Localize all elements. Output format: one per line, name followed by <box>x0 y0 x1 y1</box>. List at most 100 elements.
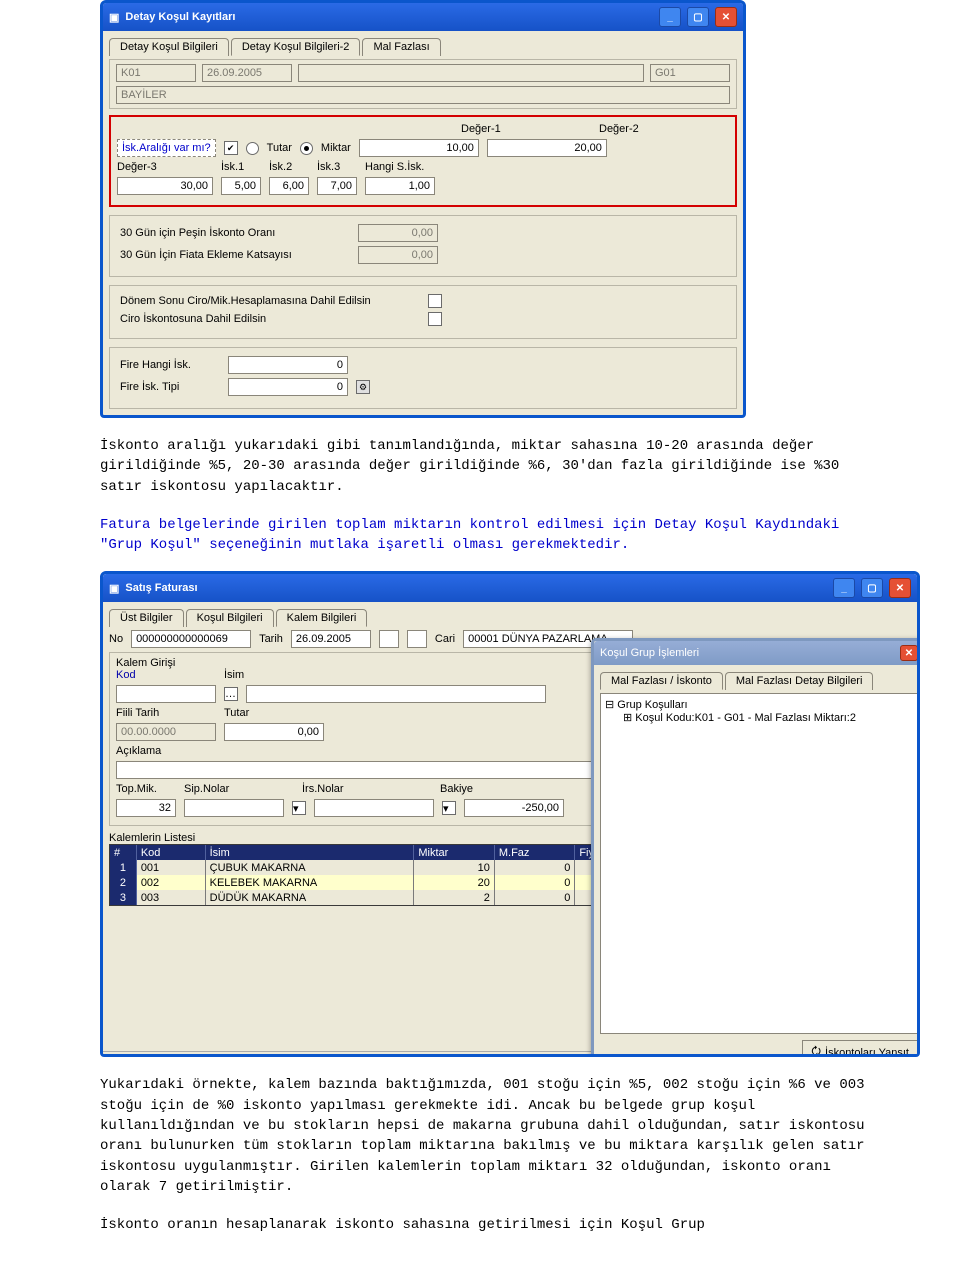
kod-input[interactable] <box>116 685 216 703</box>
apply-discounts-button[interactable]: 🗘 İskontoları Yansıt <box>802 1040 918 1057</box>
label-kl: Kalemlerin Listesi <box>109 832 195 844</box>
window-icon: ▣ <box>109 582 119 595</box>
aciklama-input[interactable] <box>116 761 616 779</box>
isk-araligi-checkbox[interactable]: ✔ <box>224 141 238 155</box>
code-field: K01 <box>116 64 196 82</box>
sf-tab-kosul[interactable]: Koşul Bilgileri <box>186 609 274 627</box>
tarih-field[interactable]: 26.09.2005 <box>291 630 371 648</box>
fire-tipi-input[interactable]: 0 <box>228 378 348 396</box>
sf-tab-ust[interactable]: Üst Bilgiler <box>109 609 184 627</box>
titlebar[interactable]: ▣ Detay Koşul Kayıtları _ ▢ ✕ <box>103 3 743 31</box>
empty-field <box>298 64 644 82</box>
no-field[interactable]: 000000000000069 <box>131 630 251 648</box>
modal-tab2[interactable]: Mal Fazlası Detay Bilgileri <box>725 672 874 690</box>
footer-x[interactable]: X <box>176 1054 183 1057</box>
radio-tutar[interactable] <box>246 142 259 155</box>
minimize-button[interactable]: _ <box>659 7 681 27</box>
radio-miktar[interactable] <box>300 142 313 155</box>
label-fire-tipi: Fire İsk. Tipi <box>120 381 220 393</box>
detail-condition-window: ▣ Detay Koşul Kayıtları _ ▢ ✕ Detay Koşu… <box>100 0 746 418</box>
label-tutar: Tutar <box>267 142 292 154</box>
modal-close-button[interactable]: ✕ <box>900 645 918 661</box>
tutar-input[interactable]: 0,00 <box>224 723 324 741</box>
irs-dd-icon[interactable]: ▾ <box>442 801 456 815</box>
maximize-button[interactable]: ▢ <box>687 7 709 27</box>
sf-title: Satış Faturası <box>125 582 197 594</box>
footer-k1[interactable]: K1 <box>193 1054 206 1057</box>
tree-root[interactable]: Grup Koşulları <box>617 699 687 711</box>
modal-titlebar[interactable]: Koşul Grup İşlemleri ✕ <box>594 641 920 665</box>
group-field: BAYİLER <box>116 86 730 104</box>
date-field: 26.09.2005 <box>202 64 292 82</box>
label-cari: Cari <box>435 633 455 645</box>
deger2-input[interactable]: 20,00 <box>487 139 607 157</box>
sip-input[interactable] <box>184 799 284 817</box>
paragraph-2: Fatura belgelerinde girilen toplam mikta… <box>100 515 870 556</box>
label-deger1: Değer-1 <box>461 123 591 135</box>
label-irs: İrs.Nolar <box>302 783 432 795</box>
sf-minimize-button[interactable]: _ <box>833 578 855 598</box>
unk2[interactable] <box>407 630 427 648</box>
deger3-input[interactable]: 30,00 <box>117 177 213 195</box>
label-kg: Kalem Girişi <box>116 657 175 669</box>
fire-hangi-input[interactable]: 0 <box>228 356 348 374</box>
lookup-icon[interactable]: ⚙ <box>356 380 370 394</box>
col-kod[interactable]: Kod <box>137 845 206 860</box>
tab-malfazlasi[interactable]: Mal Fazlası <box>362 38 440 56</box>
sf-titlebar[interactable]: ▣ Satış Faturası _ ▢ ✕ <box>103 574 917 602</box>
label-pesin: 30 Gün için Peşin İskonto Oranı <box>120 227 350 239</box>
sf-tab-kalem[interactable]: Kalem Bilgileri <box>276 609 368 627</box>
label-hangi: Hangi S.İsk. <box>365 161 424 173</box>
bakiye-input: -250,00 <box>464 799 564 817</box>
label-deger2: Değer-2 <box>599 123 729 135</box>
col-mfaz[interactable]: M.Faz <box>495 845 575 860</box>
tree-node[interactable]: Koşul Kodu:K01 - G01 - Mal Fazlası Mikta… <box>635 712 856 724</box>
tab-detail1[interactable]: Detay Koşul Bilgileri <box>109 38 229 56</box>
paragraph-1: İskonto aralığı yukarıdaki gibi tanımlan… <box>100 436 870 497</box>
deger1-input[interactable]: 10,00 <box>359 139 479 157</box>
label-ekleme: 30 Gün İçin Fiata Ekleme Katsayısı <box>120 249 350 261</box>
tab-detail2[interactable]: Detay Koşul Bilgileri-2 <box>231 38 361 56</box>
footer-kdv[interactable]: KDV <box>143 1054 166 1057</box>
isim-input[interactable] <box>246 685 546 703</box>
sf-maximize-button[interactable]: ▢ <box>861 578 883 598</box>
kosul-grup-modal[interactable]: Koşul Grup İşlemleri ✕ Mal Fazlası / İsk… <box>591 638 920 1057</box>
apply-discounts-label: İskontoları Yansıt <box>825 1047 909 1058</box>
label-bakiye: Bakiye <box>440 783 473 795</box>
kod-lookup-icon[interactable]: … <box>224 687 238 701</box>
pesin-input: 0,00 <box>358 224 438 242</box>
label-tutar: Tutar <box>224 707 249 719</box>
paragraph-4: İskonto oranın hesaplanarak iskonto saha… <box>100 1215 870 1235</box>
refresh-icon: 🗘 <box>811 1043 821 1057</box>
top-input: 32 <box>116 799 176 817</box>
paragraph-3: Yukarıdaki örnekte, kalem bazında baktığ… <box>100 1075 870 1197</box>
footer-k2[interactable]: K2 <box>217 1054 230 1057</box>
col-isim[interactable]: İsim <box>206 845 415 860</box>
col-miktar[interactable]: Miktar <box>414 845 494 860</box>
ciro-checkbox[interactable] <box>428 312 442 326</box>
isk3-input[interactable]: 7,00 <box>317 177 357 195</box>
sales-invoice-window: ▣ Satış Faturası _ ▢ ✕ Üst Bilgiler Koşu… <box>100 571 920 1057</box>
label-top: Top.Mik. <box>116 783 176 795</box>
gcode-field: G01 <box>650 64 730 82</box>
close-button[interactable]: ✕ <box>715 7 737 27</box>
tree-view[interactable]: ⊟ Grup Koşulları ⊞ Koşul Kodu:K01 - G01 … <box>600 693 918 1034</box>
unk1[interactable] <box>379 630 399 648</box>
label-kod: Kod <box>116 669 216 681</box>
tab-strip: Detay Koşul Bilgileri Detay Koşul Bilgil… <box>109 37 737 55</box>
label-no: No <box>109 633 123 645</box>
col-num[interactable]: # <box>110 845 137 860</box>
donem-checkbox[interactable] <box>428 294 442 308</box>
isk-araligi-varmi[interactable]: İsk.Aralığı var mı? <box>117 139 216 157</box>
modal-tab1[interactable]: Mal Fazlası / İskonto <box>600 672 723 690</box>
ekleme-input: 0,00 <box>358 246 438 264</box>
footer-acik[interactable]: Açıklama <box>240 1054 285 1057</box>
label-isk3: İsk.3 <box>317 161 357 173</box>
sf-close-button[interactable]: ✕ <box>889 578 911 598</box>
label-deger3: Değer-3 <box>117 161 213 173</box>
irs-input[interactable] <box>314 799 434 817</box>
isk2-input[interactable]: 6,00 <box>269 177 309 195</box>
isk1-input[interactable]: 5,00 <box>221 177 261 195</box>
hangi-input[interactable]: 1,00 <box>365 177 435 195</box>
sip-dd-icon[interactable]: ▾ <box>292 801 306 815</box>
